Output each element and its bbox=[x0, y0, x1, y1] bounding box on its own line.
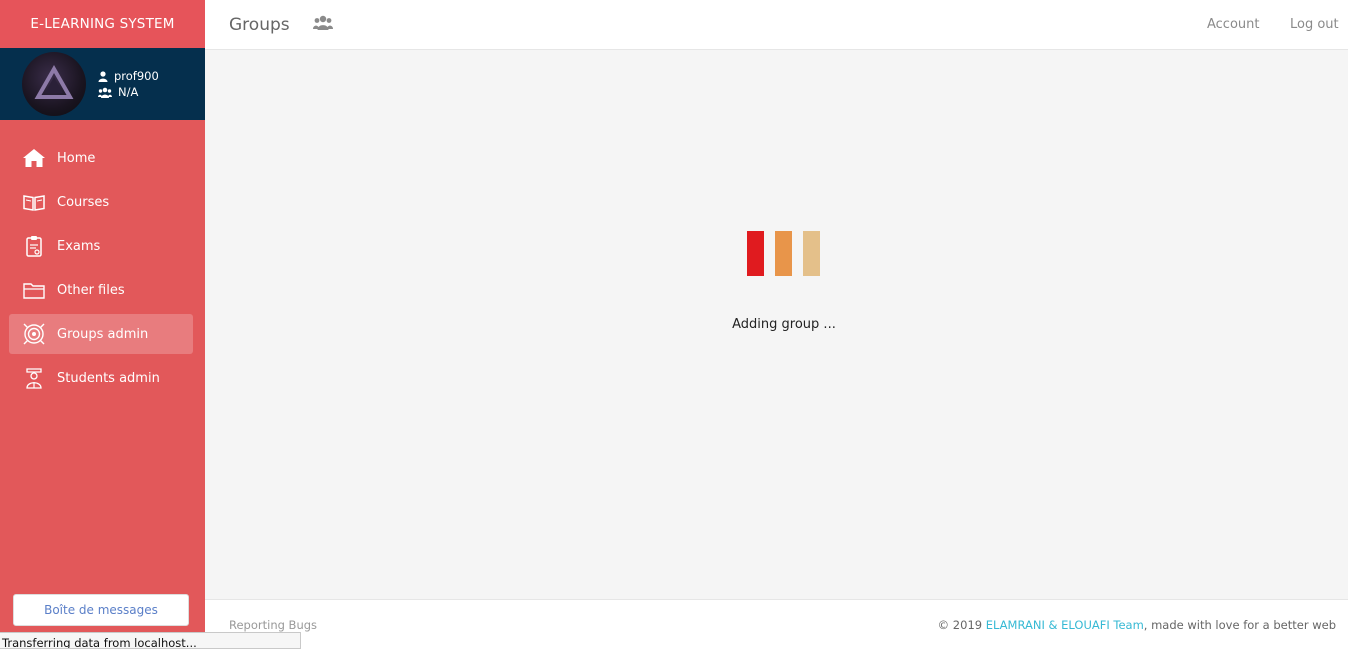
target-icon bbox=[21, 322, 47, 346]
book-icon bbox=[21, 190, 47, 214]
sidebar-item-exams[interactable]: Exams bbox=[9, 226, 193, 266]
sidebar-item-students-admin[interactable]: Students admin bbox=[9, 358, 193, 398]
sidebar-item-other-files[interactable]: Other files bbox=[9, 270, 193, 310]
loading-message: Adding group ... bbox=[732, 317, 836, 332]
avatar[interactable] bbox=[22, 52, 86, 116]
user-group: N/A bbox=[118, 85, 139, 99]
loader-bar bbox=[747, 231, 764, 276]
sidebar-item-groups-admin[interactable]: Groups admin bbox=[9, 314, 193, 354]
topbar: Groups Account Log out bbox=[205, 0, 1348, 50]
home-icon bbox=[21, 146, 47, 170]
account-link[interactable]: Account bbox=[1207, 17, 1260, 32]
copyright-suffix: , made with love for a better web bbox=[1143, 618, 1336, 632]
browser-status-bar: Transferring data from localhost... bbox=[0, 632, 301, 649]
copyright-prefix: © 2019 bbox=[937, 618, 986, 632]
user-icon bbox=[98, 70, 108, 82]
sidebar-item-label: Courses bbox=[57, 194, 110, 210]
inbox-button[interactable]: Boîte de messages bbox=[13, 594, 189, 626]
team-link[interactable]: ELAMRANI & ELOUAFI Team bbox=[986, 618, 1144, 632]
loader-bar bbox=[775, 231, 792, 276]
username-row: prof900 bbox=[98, 68, 159, 84]
loader-bar bbox=[803, 231, 820, 276]
page-title: Groups bbox=[229, 15, 290, 35]
copyright: © 2019 ELAMRANI & ELOUAFI Team, made wit… bbox=[938, 618, 1336, 632]
sidebar: E-LEARNING SYSTEM prof900 N/A Home Cours… bbox=[0, 0, 205, 649]
sidebar-item-label: Students admin bbox=[57, 370, 160, 386]
app-brand: E-LEARNING SYSTEM bbox=[0, 0, 205, 48]
loading-indicator bbox=[747, 231, 822, 276]
users-icon bbox=[98, 87, 112, 98]
sidebar-item-label: Groups admin bbox=[57, 326, 149, 342]
user-group-row: N/A bbox=[98, 84, 159, 100]
footer: Reporting Bugs © 2019 ELAMRANI & ELOUAFI… bbox=[205, 599, 1348, 649]
logout-link[interactable]: Log out bbox=[1290, 17, 1339, 32]
sidebar-item-home[interactable]: Home bbox=[9, 138, 193, 178]
users-icon[interactable] bbox=[313, 15, 333, 35]
sidebar-item-label: Exams bbox=[57, 238, 101, 254]
sidebar-item-courses[interactable]: Courses bbox=[9, 182, 193, 222]
reporting-bugs-link[interactable]: Reporting Bugs bbox=[229, 618, 317, 632]
sidebar-item-label: Other files bbox=[57, 282, 125, 298]
username: prof900 bbox=[114, 69, 159, 83]
clipboard-icon bbox=[21, 234, 47, 258]
student-icon bbox=[21, 366, 47, 390]
folder-icon bbox=[21, 278, 47, 302]
sidebar-nav: Home Courses Exams Other files Groups ad… bbox=[0, 138, 205, 398]
sidebar-item-label: Home bbox=[57, 150, 96, 166]
user-panel: prof900 N/A bbox=[0, 48, 205, 120]
